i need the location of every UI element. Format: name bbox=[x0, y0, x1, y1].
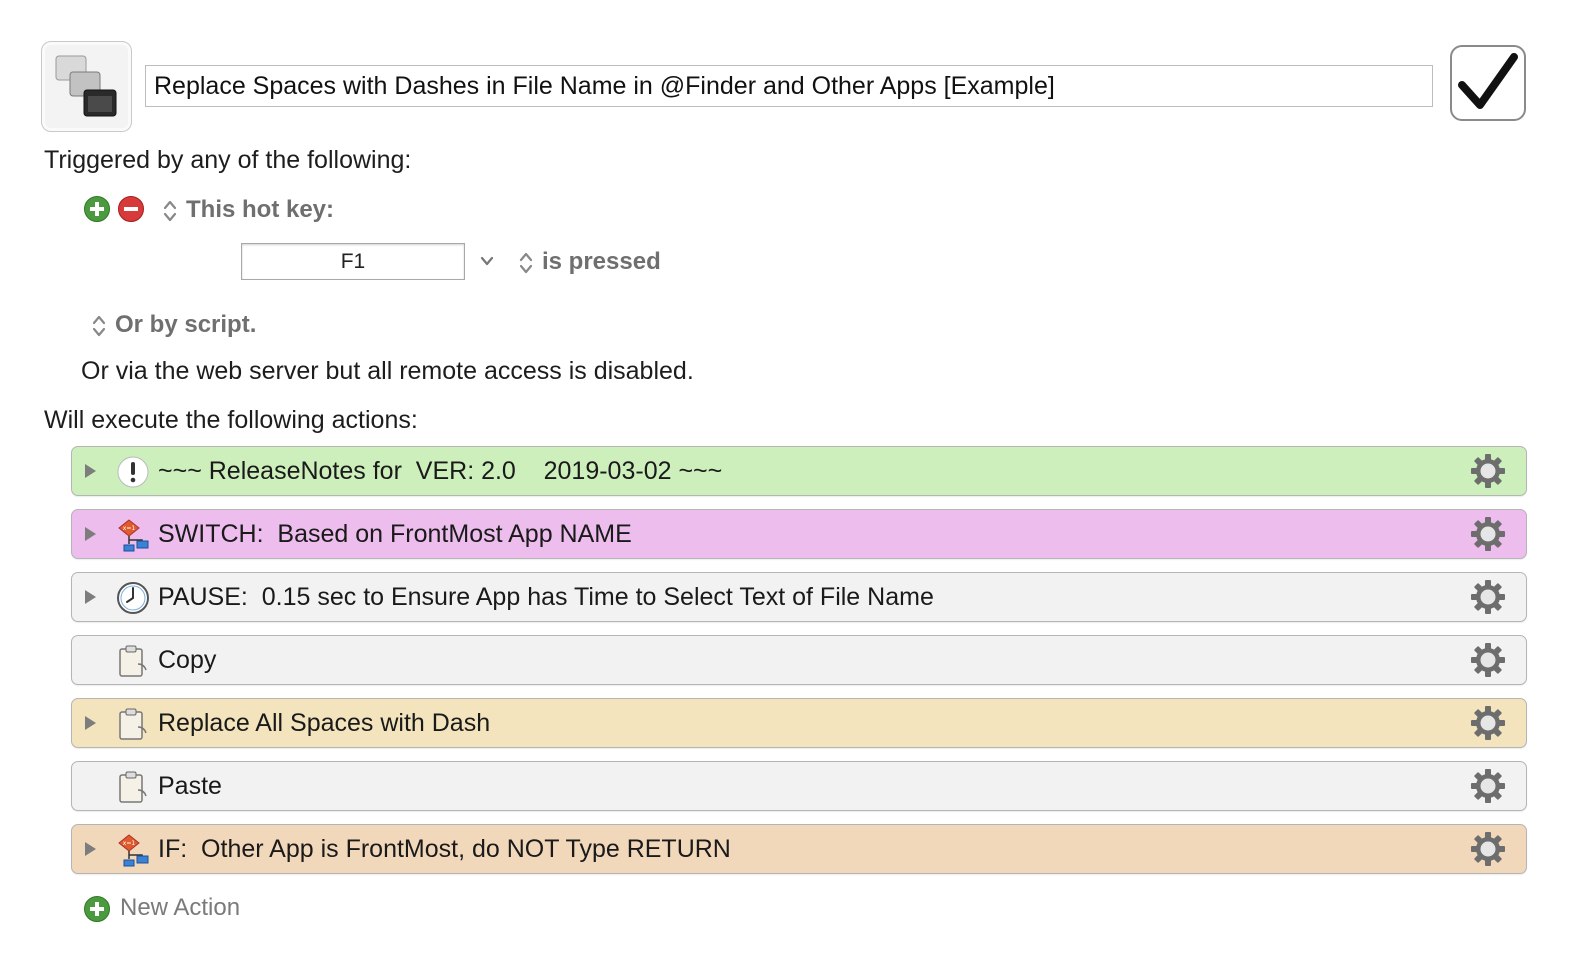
action-row[interactable]: ~~~ ReleaseNotes for VER: 2.0 2019-03-02… bbox=[71, 446, 1527, 496]
up-down-chevron-icon bbox=[519, 252, 533, 274]
action-label: ~~~ ReleaseNotes for VER: 2.0 2019-03-02… bbox=[158, 457, 723, 485]
up-down-chevron-icon bbox=[163, 200, 177, 222]
windows-icon bbox=[55, 55, 117, 117]
disclosure-triangle-icon[interactable] bbox=[83, 715, 97, 736]
action-label: IF: Other App is FrontMost, do NOT Type … bbox=[158, 835, 731, 863]
web-server-note: Or via the web server but all remote acc… bbox=[81, 357, 694, 385]
checkmark-icon bbox=[1458, 53, 1518, 109]
action-label: Paste bbox=[158, 772, 222, 800]
triggers-heading: Triggered by any of the following: bbox=[44, 146, 412, 174]
clipboard-icon bbox=[116, 644, 150, 678]
up-down-chevron-icon bbox=[92, 315, 106, 337]
gear-icon[interactable] bbox=[1470, 768, 1506, 809]
plus-icon bbox=[90, 202, 104, 216]
actions-heading: Will execute the following actions: bbox=[44, 406, 418, 434]
gear-icon[interactable] bbox=[1470, 705, 1506, 746]
hotkey-trigger-label: This hot key: bbox=[186, 196, 335, 223]
switch-flowchart-icon: x=1 bbox=[116, 518, 150, 552]
if-flowchart-icon: x=1 bbox=[116, 833, 150, 867]
macro-icon[interactable] bbox=[41, 41, 132, 132]
plus-icon bbox=[84, 896, 110, 922]
disclosure-triangle-icon[interactable] bbox=[83, 589, 97, 610]
minus-icon bbox=[124, 207, 138, 211]
action-label: SWITCH: Based on FrontMost App NAME bbox=[158, 520, 632, 548]
svg-text:x=1: x=1 bbox=[123, 525, 136, 532]
gear-icon[interactable] bbox=[1470, 831, 1506, 872]
clock-icon bbox=[116, 581, 150, 615]
remove-trigger-button[interactable] bbox=[118, 196, 144, 222]
action-row[interactable]: Copy bbox=[71, 635, 1527, 685]
action-label: PAUSE: 0.15 sec to Ensure App has Time t… bbox=[158, 583, 934, 611]
disclosure-triangle-icon[interactable] bbox=[83, 463, 97, 484]
disclosure-triangle-icon[interactable] bbox=[83, 526, 97, 547]
clipboard-icon bbox=[116, 707, 150, 741]
action-row[interactable]: PAUSE: 0.15 sec to Ensure App has Time t… bbox=[71, 572, 1527, 622]
action-label: Copy bbox=[158, 646, 217, 674]
new-action-label: New Action bbox=[120, 894, 241, 921]
svg-text:x=1: x=1 bbox=[123, 840, 136, 847]
action-row[interactable]: Paste bbox=[71, 761, 1527, 811]
gear-icon[interactable] bbox=[1470, 453, 1506, 494]
macro-name-field[interactable]: Replace Spaces with Dashes in File Name … bbox=[145, 65, 1433, 107]
action-label: Replace All Spaces with Dash bbox=[158, 709, 491, 737]
gear-icon[interactable] bbox=[1470, 642, 1506, 683]
hotkey-dropdown[interactable] bbox=[479, 253, 495, 274]
hotkey-field[interactable]: F1 bbox=[241, 243, 465, 280]
clipboard-icon bbox=[116, 770, 150, 804]
add-trigger-button[interactable] bbox=[84, 196, 110, 222]
macro-enabled-checkbox[interactable] bbox=[1450, 45, 1526, 121]
hotkey-condition-label: is pressed bbox=[542, 248, 661, 275]
gear-icon[interactable] bbox=[1470, 579, 1506, 620]
action-row[interactable]: x=1 IF: Other App is FrontMost, do NOT Ty… bbox=[71, 824, 1527, 874]
script-trigger-label: Or by script. bbox=[115, 311, 257, 338]
disclosure-triangle-icon[interactable] bbox=[83, 841, 97, 862]
note-icon bbox=[116, 455, 150, 489]
action-row[interactable]: x=1 SWITCH: Based on FrontMost App NAME bbox=[71, 509, 1527, 559]
action-row[interactable]: Replace All Spaces with Dash bbox=[71, 698, 1527, 748]
gear-icon[interactable] bbox=[1470, 516, 1506, 557]
chevron-down-icon bbox=[480, 256, 494, 266]
